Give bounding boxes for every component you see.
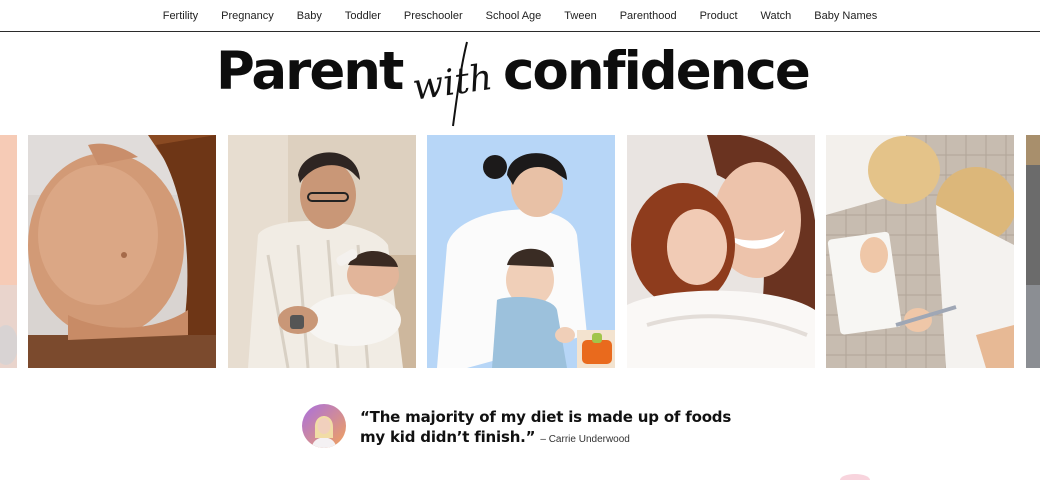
celebrity-quote: “The majority of my diet is made up of f… (302, 404, 762, 452)
top-navigation: Fertility Pregnancy Baby Toddler Prescho… (0, 0, 1040, 32)
child-kissing-mother-photo[interactable] (627, 135, 815, 368)
quote-text: “The majority of my diet is made up of f… (360, 407, 760, 450)
hero-heading: Parent with confidence (0, 36, 1040, 128)
photo-carousel (0, 135, 1040, 368)
pregnant-belly-photo[interactable] (28, 135, 216, 368)
nav-item-pregnancy[interactable]: Pregnancy (221, 10, 274, 22)
hero-script-with: with (410, 41, 495, 127)
quote-attribution: – Carrie Underwood (540, 434, 630, 445)
nav-item-watch[interactable]: Watch (761, 10, 792, 22)
hero-word-confidence: confidence (503, 41, 811, 102)
nav-item-baby[interactable]: Baby (297, 10, 322, 22)
hero-word-parent: Parent (216, 41, 404, 102)
peach-partial-photo[interactable] (0, 135, 17, 368)
mother-playing-with-baby-photo[interactable] (427, 135, 615, 368)
nav-item-preschooler[interactable]: Preschooler (404, 10, 463, 22)
avatar (302, 404, 346, 448)
kids-drawing-photo[interactable] (826, 135, 1014, 368)
nav-item-school-age[interactable]: School Age (486, 10, 542, 22)
nav-item-product[interactable]: Product (700, 10, 738, 22)
decorative-shape (840, 474, 870, 480)
father-feeding-baby-photo[interactable] (228, 135, 416, 368)
nav-item-tween[interactable]: Tween (564, 10, 596, 22)
nav-item-fertility[interactable]: Fertility (163, 10, 198, 22)
nav-item-parenthood[interactable]: Parenthood (620, 10, 677, 22)
nav-item-toddler[interactable]: Toddler (345, 10, 381, 22)
nav-item-baby-names[interactable]: Baby Names (814, 10, 877, 22)
hero-script-text: with (410, 57, 495, 109)
partial-photo-right[interactable] (1026, 135, 1040, 368)
